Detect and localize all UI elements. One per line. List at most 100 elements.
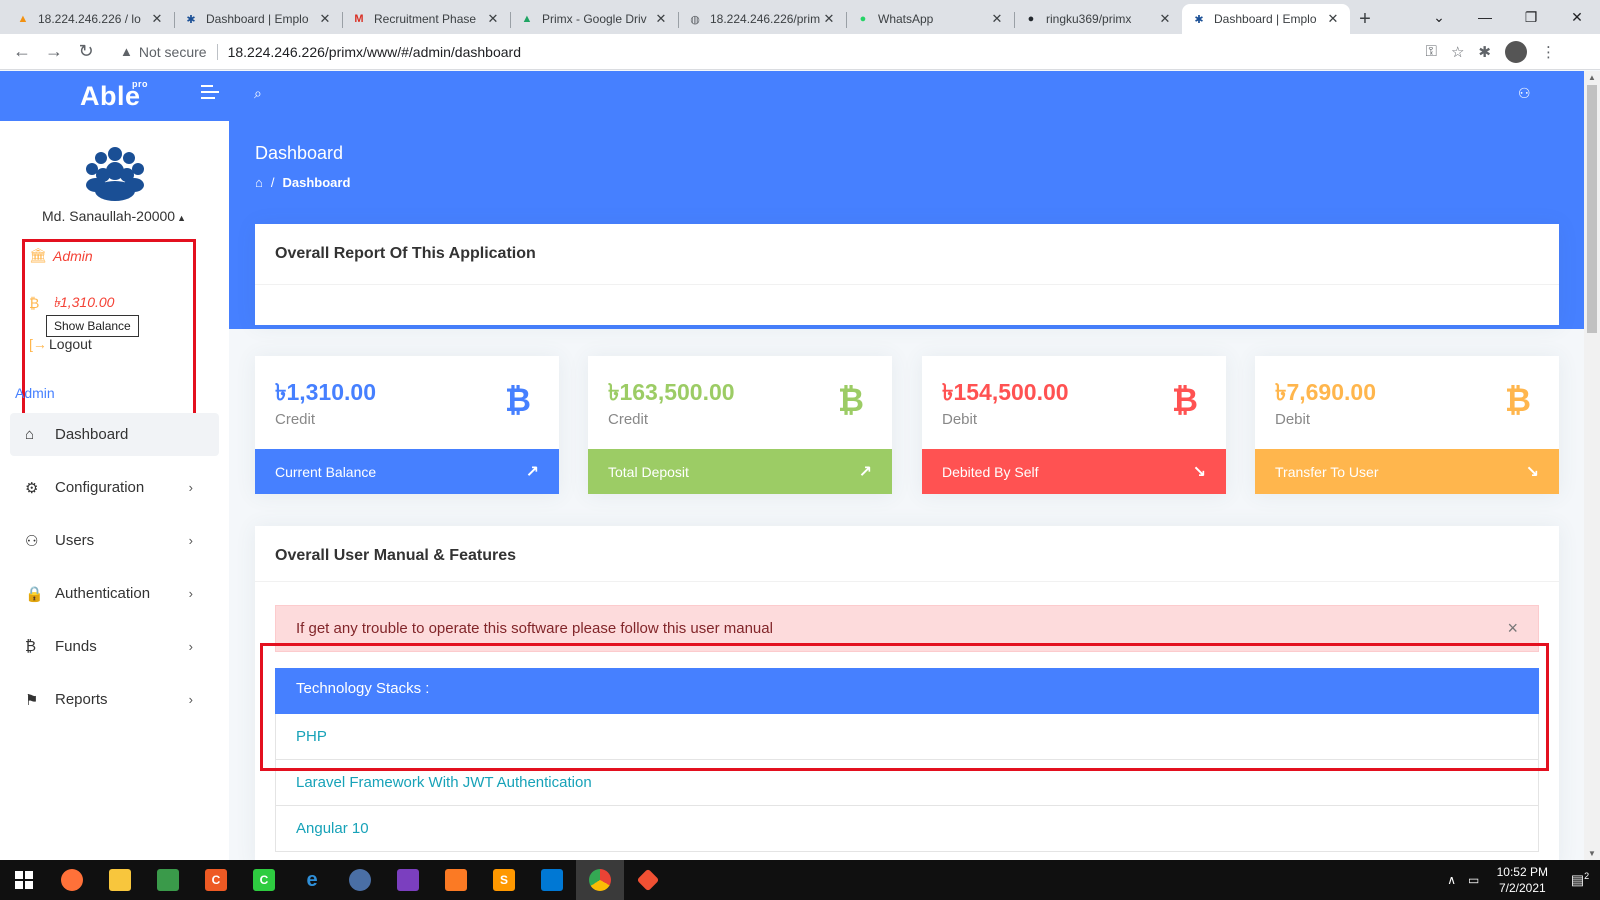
chevron-right-icon: › <box>188 480 193 495</box>
page-scrollbar[interactable]: ▲ ▼ <box>1584 71 1600 860</box>
app-logo[interactable]: Able pro <box>80 79 148 112</box>
taskbar-git[interactable] <box>624 860 672 900</box>
caret-up-icon: ▲ <box>177 213 187 223</box>
stat-footer[interactable]: Total Deposit ↗ <box>588 449 892 494</box>
search-icon[interactable]: ⌕ <box>254 85 262 102</box>
scrollbar-thumb[interactable] <box>1587 85 1597 333</box>
network-icon[interactable]: ▭ <box>1463 873 1485 887</box>
taskbar-clock[interactable]: 10:52 PM 7/2/2021 <box>1485 864 1560 896</box>
taskbar-vscode[interactable] <box>528 860 576 900</box>
tab-close-icon[interactable]: ✕ <box>318 11 332 27</box>
sidebar-item-funds[interactable]: ₿ Funds › <box>10 625 219 668</box>
profile-avatar[interactable] <box>1505 40 1527 63</box>
taskbar-app3[interactable] <box>144 860 192 900</box>
stat-sublabel: Debit <box>1275 411 1311 428</box>
browser-tab[interactable]: ● ringku369/primx ✕ <box>1014 4 1182 34</box>
browser-tab[interactable]: ◍ 18.224.246.226/prim ✕ <box>678 4 846 34</box>
sidebar-item-users[interactable]: ⚇ Users › <box>10 519 219 562</box>
tab-search-icon[interactable]: ⌄ <box>1416 9 1462 26</box>
browser-tab[interactable]: ✱ Dashboard | Emplo ✕ <box>174 4 342 34</box>
sidebar-item-label: Authentication <box>55 585 151 602</box>
browser-tab[interactable]: ✱ Dashboard | Emplo ✕ <box>1182 4 1350 34</box>
browser-tab[interactable]: ▲ 18.224.246.226 / lo ✕ <box>6 4 174 34</box>
git-icon <box>636 868 660 892</box>
stat-sublabel: Credit <box>608 411 649 428</box>
flag-icon: ⚑ <box>25 691 39 709</box>
tab-close-icon[interactable]: ✕ <box>990 11 1004 27</box>
bitcoin-icon: ₿ <box>1171 382 1198 418</box>
sidebar-item-label: Funds <box>55 638 97 655</box>
warning-icon: ▲ <box>120 44 133 59</box>
browser-tab[interactable]: ● WhatsApp ✕ <box>846 4 1014 34</box>
security-label[interactable]: Not secure <box>139 44 207 60</box>
scroll-up-icon[interactable]: ▲ <box>1588 73 1596 82</box>
taskbar-sublime[interactable]: S <box>480 860 528 900</box>
taskbar-explorer[interactable] <box>96 860 144 900</box>
profile-name-toggle[interactable]: Md. Sanaullah-20000 ▲ <box>42 208 186 224</box>
home-icon[interactable]: ⌂ <box>255 175 263 190</box>
taskbar-codeblocks[interactable]: C <box>240 860 288 900</box>
breadcrumb-current[interactable]: Dashboard <box>282 175 350 190</box>
people-icon: ✱ <box>186 13 196 26</box>
bitcoin-icon: ₿ <box>504 382 531 418</box>
new-tab-button[interactable]: + <box>1350 4 1380 34</box>
firefox-icon <box>61 869 83 891</box>
stat-footer[interactable]: Current Balance ↗ <box>255 449 559 494</box>
chevron-right-icon: › <box>188 639 193 654</box>
close-icon[interactable]: × <box>1507 618 1518 639</box>
tab-close-icon[interactable]: ✕ <box>150 11 164 27</box>
taskbar-clion[interactable]: C <box>192 860 240 900</box>
clock-time: 10:52 PM <box>1496 865 1548 879</box>
start-button[interactable] <box>0 860 48 900</box>
taskbar-app7[interactable] <box>336 860 384 900</box>
sidebar-item-dashboard[interactable]: ⌂ Dashboard <box>10 413 219 456</box>
breadcrumb-separator: / <box>270 175 275 190</box>
address-bar[interactable]: ▲ Not secure 18.224.246.226/primx/www/#/… <box>110 37 1426 66</box>
taskbar-edge[interactable]: e <box>288 860 336 900</box>
tab-title: Recruitment Phase <box>374 12 477 26</box>
toolbar-actions: ⚿ ☆ ✱ ⋮ <box>1426 40 1600 63</box>
browser-tab[interactable]: ▲ Primx - Google Driv ✕ <box>510 4 678 34</box>
forward-icon[interactable]: → <box>38 41 70 62</box>
taskbar-firefox[interactable] <box>48 860 96 900</box>
sidebar-item-authentication[interactable]: 🔒 Authentication › <box>10 572 219 615</box>
taskbar-chrome[interactable] <box>576 860 624 900</box>
restore-icon[interactable]: ❐ <box>1508 9 1554 26</box>
stat-amount: ৳7,690.00 <box>1275 379 1376 405</box>
menu-toggle-icon[interactable] <box>201 85 219 103</box>
browser-tab[interactable]: M Recruitment Phase ✕ <box>342 4 510 34</box>
taskbar-xampp[interactable] <box>432 860 480 900</box>
sidebar-item-configuration[interactable]: ⚙ Configuration › <box>10 466 219 509</box>
tray-chevron-icon[interactable]: ∧ <box>1441 873 1463 887</box>
scroll-down-icon[interactable]: ▼ <box>1588 849 1596 858</box>
tab-close-icon[interactable]: ✕ <box>654 11 668 27</box>
c-green-icon: C <box>253 869 275 891</box>
chevron-right-icon: › <box>188 586 193 601</box>
minimize-icon[interactable]: — <box>1462 9 1508 25</box>
stat-footer[interactable]: Debited By Self ↘ <box>922 449 1226 494</box>
notification-center-icon[interactable]: ▤2 <box>1560 871 1600 889</box>
tab-close-icon[interactable]: ✕ <box>822 11 836 27</box>
stat-amount: ৳1,310.00 <box>275 379 376 405</box>
stat-footer[interactable]: Transfer To User ↘ <box>1255 449 1559 494</box>
tab-close-icon[interactable]: ✕ <box>1326 11 1340 27</box>
sidebar-item-reports[interactable]: ⚑ Reports › <box>10 678 219 721</box>
list-item[interactable]: Angular 10 <box>275 806 1539 852</box>
back-icon[interactable]: ← <box>6 41 38 62</box>
chrome-icon <box>589 869 611 891</box>
more-menu-icon[interactable]: ⋮ <box>1541 43 1556 61</box>
extensions-icon[interactable]: ✱ <box>1478 43 1491 61</box>
trend-up-icon: ↗ <box>525 463 539 481</box>
tab-close-icon[interactable]: ✕ <box>486 11 500 27</box>
taskbar-visualstudio[interactable] <box>384 860 432 900</box>
reload-icon[interactable]: ↻ <box>70 41 102 62</box>
chevron-right-icon: › <box>188 533 193 548</box>
key-icon[interactable]: ⚿ <box>1426 43 1437 60</box>
close-window-icon[interactable]: ✕ <box>1554 9 1600 26</box>
highlight-box-manual <box>260 643 1549 771</box>
url-text[interactable]: 18.224.246.226/primx/www/#/admin/dashboa… <box>228 44 521 60</box>
tab-close-icon[interactable]: ✕ <box>1158 11 1172 27</box>
windows-taskbar: C C e S ∧ ▭ 10:52 PM 7/2/2021 ▤2 <box>0 860 1600 900</box>
bookmark-star-icon[interactable]: ☆ <box>1451 43 1464 61</box>
user-icon[interactable]: ⚇ <box>1518 85 1531 102</box>
